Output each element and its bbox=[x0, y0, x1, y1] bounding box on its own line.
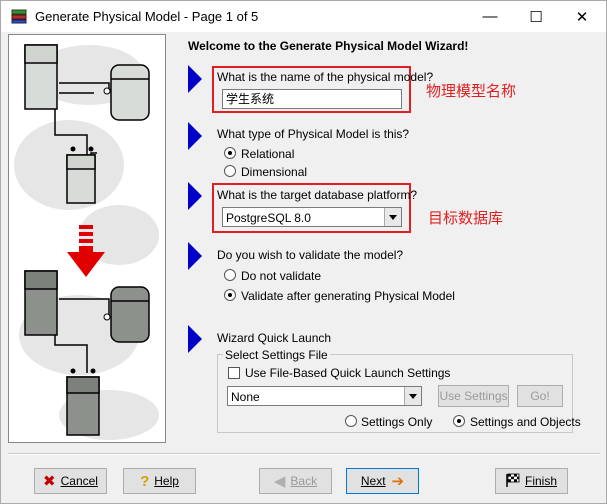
platform-question: What is the target database platform? bbox=[217, 188, 418, 202]
model-diagram-image bbox=[14, 44, 159, 440]
next-button[interactable]: Next ➔ bbox=[346, 468, 419, 494]
minimize-button[interactable]: — bbox=[467, 1, 513, 32]
dimensional-radio[interactable] bbox=[224, 165, 236, 177]
go-button[interactable]: Go! bbox=[517, 385, 563, 407]
model-name-input[interactable]: 学生系统 bbox=[222, 89, 402, 109]
finish-label: Finish bbox=[524, 474, 557, 488]
file-based-label: Use File-Based Quick Launch Settings bbox=[245, 366, 451, 380]
wizard-heading: Welcome to the Generate Physical Model W… bbox=[188, 39, 469, 53]
relational-radio[interactable] bbox=[224, 147, 236, 159]
platform-annotation: 目标数据库 bbox=[428, 209, 504, 227]
back-arrow-icon: ◀ bbox=[273, 473, 286, 490]
settings-and-objects-radio[interactable] bbox=[453, 415, 465, 427]
do-not-validate-radio[interactable] bbox=[224, 269, 236, 281]
quick-launch-label: Wizard Quick Launch bbox=[217, 331, 332, 345]
close-button[interactable]: ✕ bbox=[559, 1, 605, 32]
wizard-illustration bbox=[8, 34, 166, 443]
validate-question: Do you wish to validate the model? bbox=[217, 248, 404, 262]
model-name-annotation: 物理模型名称 bbox=[426, 82, 517, 100]
relational-label: Relational bbox=[241, 147, 295, 161]
use-settings-button[interactable]: Use Settings bbox=[438, 385, 509, 407]
maximize-icon: ☐ bbox=[529, 8, 543, 26]
step-arrow-icon bbox=[188, 182, 202, 210]
cancel-button[interactable]: ✖ Cancel bbox=[34, 468, 107, 494]
wizard-window: Generate Physical Model - Page 1 of 5 — … bbox=[0, 0, 607, 504]
settings-file-select[interactable]: None bbox=[227, 386, 422, 406]
validate-after-radio[interactable] bbox=[224, 289, 236, 301]
settings-only-label: Settings Only bbox=[361, 415, 433, 429]
back-label: Back bbox=[290, 474, 318, 488]
next-arrow-icon: ➔ bbox=[391, 473, 405, 490]
help-button[interactable]: ? Help bbox=[123, 468, 196, 494]
checkered-flag-icon bbox=[506, 473, 520, 490]
model-type-question: What type of Physical Model is this? bbox=[217, 127, 410, 141]
help-label: Help bbox=[154, 474, 179, 488]
dimensional-label: Dimensional bbox=[241, 165, 308, 179]
platform-select[interactable]: PostgreSQL 8.0 bbox=[222, 207, 402, 227]
window-title: Generate Physical Model - Page 1 of 5 bbox=[35, 9, 259, 24]
minimize-icon: — bbox=[482, 8, 498, 25]
validate-after-label: Validate after generating Physical Model bbox=[241, 289, 455, 303]
do-not-validate-label: Do not validate bbox=[241, 269, 322, 283]
platform-select-value: PostgreSQL 8.0 bbox=[226, 211, 311, 225]
footer-divider bbox=[8, 453, 600, 455]
maximize-button[interactable]: ☐ bbox=[513, 1, 559, 32]
help-icon: ? bbox=[140, 472, 150, 490]
settings-group-title: Select Settings File bbox=[223, 348, 330, 362]
back-button[interactable]: ◀ Back bbox=[259, 468, 332, 494]
title-bar[interactable]: Generate Physical Model - Page 1 of 5 — … bbox=[1, 1, 606, 32]
cancel-label: Cancel bbox=[60, 474, 98, 488]
chevron-down-icon[interactable] bbox=[384, 208, 401, 226]
finish-button[interactable]: Finish bbox=[495, 468, 568, 494]
step-arrow-icon bbox=[188, 325, 202, 353]
settings-file-value: None bbox=[231, 390, 260, 404]
app-icon bbox=[11, 9, 27, 24]
chevron-down-icon[interactable] bbox=[404, 387, 421, 405]
step-arrow-icon bbox=[188, 122, 202, 150]
cancel-icon: ✖ bbox=[43, 473, 56, 490]
model-name-question: What is the name of the physical model? bbox=[217, 70, 434, 84]
step-arrow-icon bbox=[188, 242, 202, 270]
settings-only-radio[interactable] bbox=[345, 415, 357, 427]
close-icon: ✕ bbox=[575, 8, 589, 26]
step-arrow-icon bbox=[188, 65, 202, 93]
file-based-checkbox[interactable] bbox=[228, 367, 240, 379]
settings-and-objects-label: Settings and Objects bbox=[470, 415, 581, 429]
next-label: Next bbox=[360, 474, 386, 488]
